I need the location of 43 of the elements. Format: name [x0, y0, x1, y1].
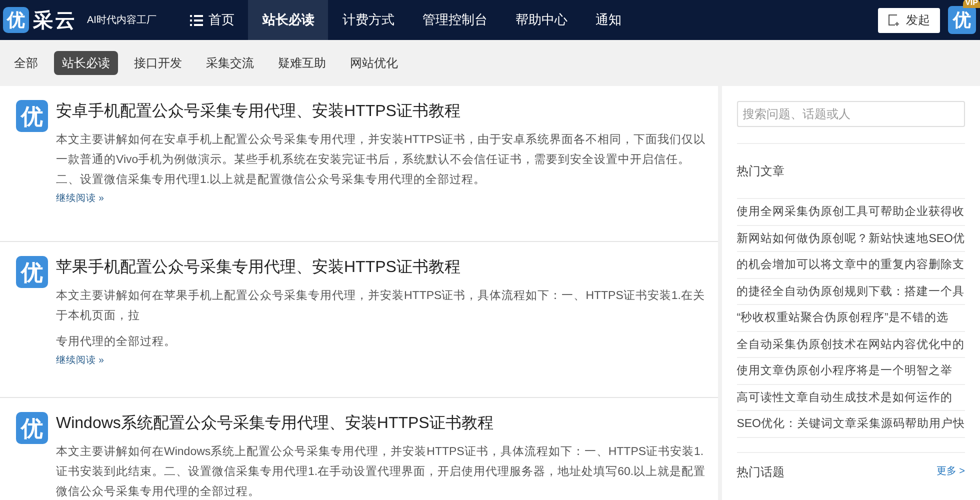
nav-item[interactable]: 管理控制台 [408, 0, 502, 40]
category-tab[interactable]: 疑难互助 [270, 51, 334, 75]
brand-slogan: AI时代内容工厂 [87, 14, 156, 28]
search-field[interactable]: 搜索问题、话题或人 [736, 101, 965, 127]
article-summary: 本文主要讲解如何在安卓手机上配置公众号采集专用代理，并安装HTTPS证书，由于安卓系统界面各不相同，下面我们仅以一款普通的Vivo手机为例做演示。某些手机系统在安装完证书后，系统默认不会信任证书，需要到安全设置中开启信任。二、设置微信采集专用代理1.以上就是配置微信公众号采集专用代理的全部过程。 [56, 132, 706, 188]
hot-article-link[interactable]: 使用全网采集伪原创工具可帮助企业获得收 [736, 199, 965, 226]
logo-icon: 优 [16, 256, 48, 288]
more-link[interactable]: 更多 > [936, 464, 965, 479]
nav-item[interactable]: 帮助中心 [501, 0, 582, 40]
hot-article-link[interactable]: 使用文章伪原创小程序将是一个明智之举 [736, 358, 965, 384]
hot-article-link[interactable]: 新网站如何做伪原创呢？新站快速地SEO优 [736, 226, 965, 252]
article-title[interactable]: Windows系统配置公众号采集专用代理、安装HTTPS证书教程 [56, 412, 706, 436]
logo-icon: 优 [16, 412, 48, 444]
logo-icon: 优 [3, 7, 29, 33]
category-tab[interactable]: 接口开发 [126, 51, 190, 75]
section-heading: 热门话题 [736, 464, 785, 480]
section-heading: 热门文章 [736, 163, 786, 180]
nav-item[interactable]: 站长必读 [248, 0, 328, 40]
category-tab[interactable]: 采集交流 [198, 51, 262, 75]
category-tab[interactable]: 站长必读 [54, 51, 118, 75]
hot-article-link[interactable]: SEO优化：关键词文章采集源码帮助用户快 [736, 411, 965, 438]
hot-article-link[interactable]: 全自动采集伪原创技术在网站内容优化中的 [736, 332, 965, 358]
logo-icon: 优 [16, 100, 48, 132]
article-summary: 本文主要讲解如何在苹果手机上配置公众号采集专用代理，并安装HTTPS证书，具体流程如下：一、HTTPS证书安装1.在关于本机页面，拉 [56, 288, 706, 324]
nav-item[interactable]: 首页 [176, 0, 248, 40]
compose-icon [888, 14, 900, 26]
read-more-link[interactable]: 继续阅读 » [56, 354, 104, 368]
article-title[interactable]: 安卓手机配置公众号采集专用代理、安装HTTPS证书教程 [56, 100, 706, 124]
article-summary: 本文主要讲解如何在Windows系统上配置公众号采集专用代理，并安装HTTPS证书，具体流程如下：一、HTTPS证书安装1.证书安装到此结束。二、设置微信采集专用代理1.在手动设置代理界面，开启使用代理服务器，地址处填写60.以上就是配置微信公众号采集专用代理的全部过程。 [56, 444, 706, 500]
nav-item[interactable]: 通知 [581, 0, 636, 40]
post-button[interactable]: 发起 [878, 8, 940, 32]
nav-item[interactable]: 计费方式 [328, 0, 408, 40]
menu-icon [190, 14, 204, 26]
brand-name: 采云 [33, 7, 77, 34]
hot-article-link[interactable]: 的机会增加可以将文章中的重复内容删除支 [736, 252, 965, 278]
read-more-link[interactable]: 继续阅读 » [56, 192, 104, 206]
hot-article-link[interactable]: 高可读性文章自动生成技术是如何运作的 [736, 384, 965, 411]
hot-article-link[interactable]: “秒收权重站聚合伪原创程序”是不错的选 [736, 305, 965, 332]
article-summary: 专用代理的全部过程。 [56, 334, 177, 350]
category-tab[interactable]: 全部 [6, 51, 46, 75]
article-title[interactable]: 苹果手机配置公众号采集专用代理、安装HTTPS证书教程 [56, 256, 706, 280]
category-tab[interactable]: 网站优化 [342, 51, 406, 75]
hot-article-link[interactable]: 的捷径全自动伪原创规则下载：搭建一个具 [736, 278, 965, 305]
